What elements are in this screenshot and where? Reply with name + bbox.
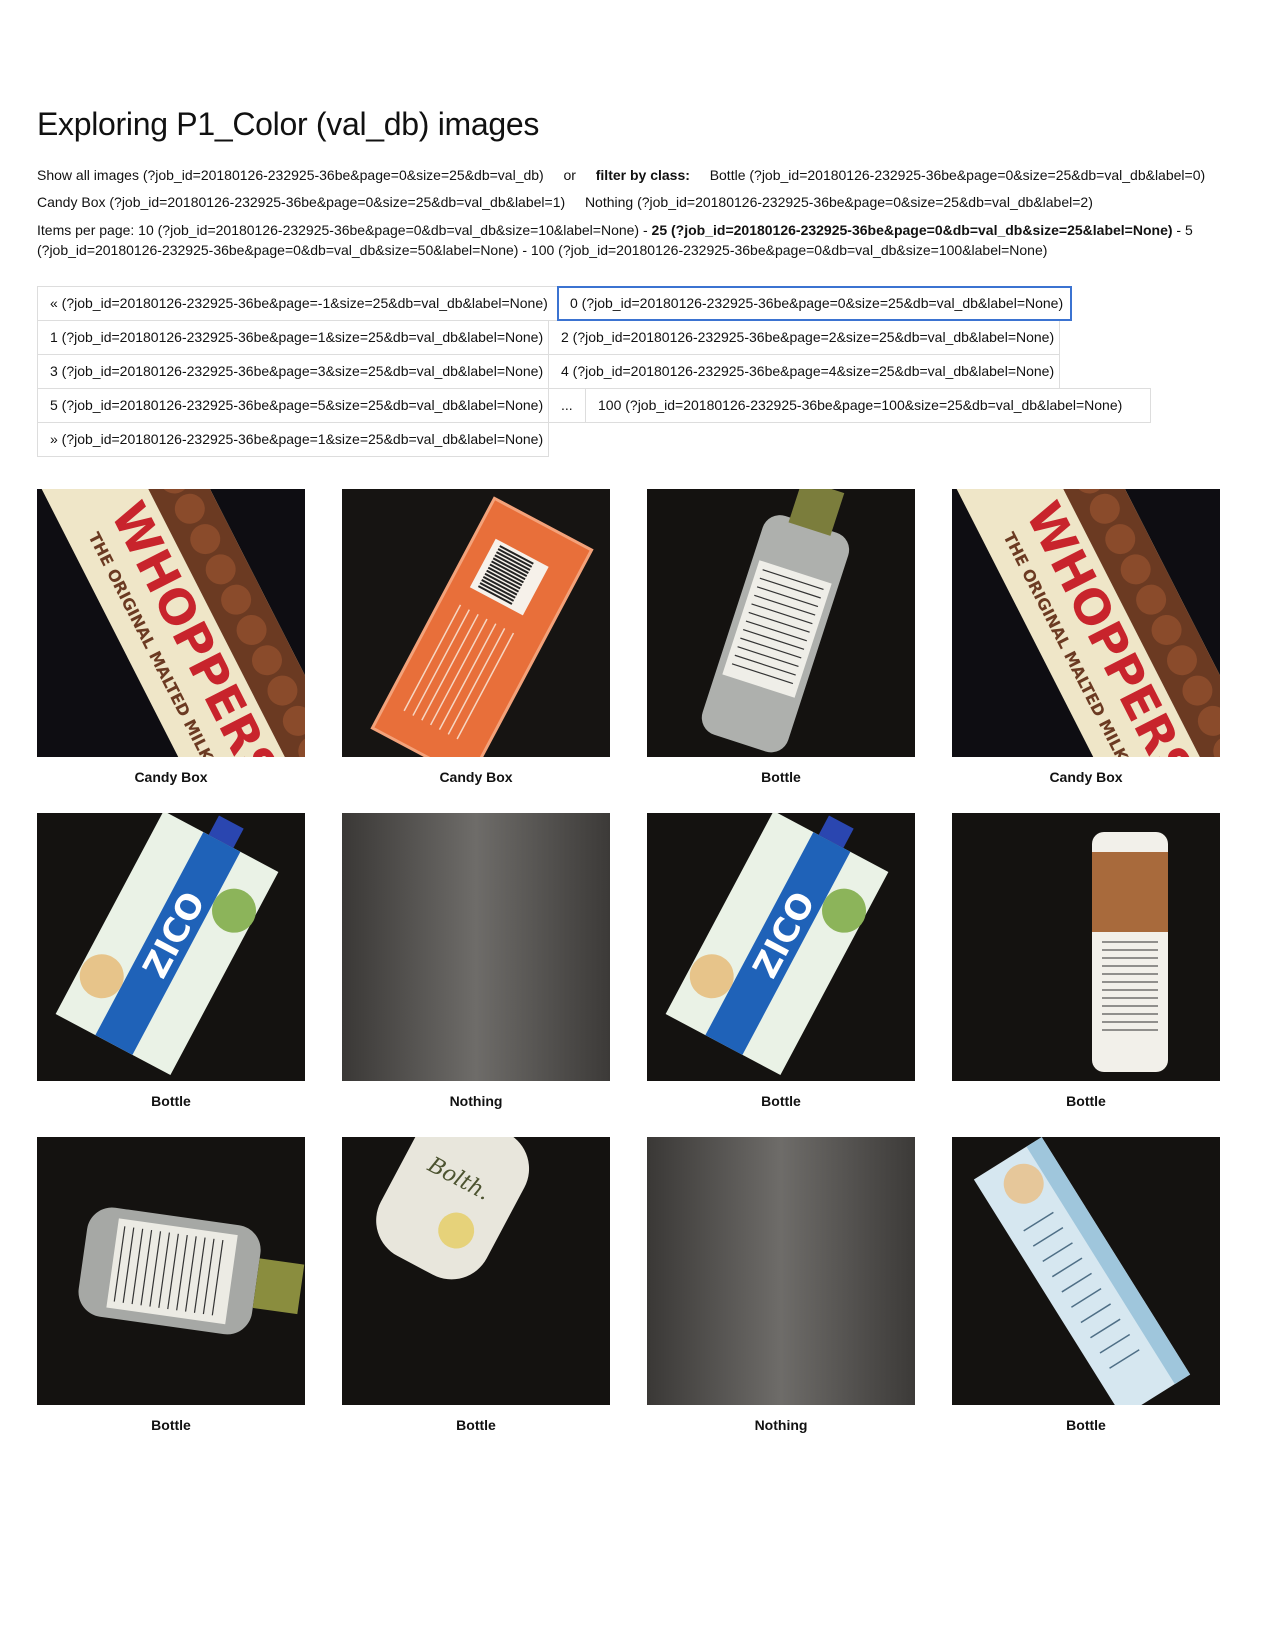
image-label: Nothing: [754, 1417, 808, 1433]
image-thumbnail[interactable]: [342, 489, 610, 757]
image-card[interactable]: WHOPPERS THE ORIGINAL MALTED MILK BALLS …: [952, 489, 1220, 785]
filter-candy-box-link[interactable]: Candy Box (?job_id=20180126-232925-36be&…: [37, 194, 565, 210]
page-4[interactable]: 4 (?job_id=20180126-232925-36be&page=4&s…: [548, 354, 1060, 389]
filter-nothing-link[interactable]: Nothing (?job_id=20180126-232925-36be&pa…: [585, 194, 1093, 210]
image-card[interactable]: Bottle: [952, 1137, 1220, 1433]
image-card[interactable]: Bottle: [647, 489, 915, 785]
image-card[interactable]: Candy Box: [342, 489, 610, 785]
page-3[interactable]: 3 (?job_id=20180126-232925-36be&page=3&s…: [37, 354, 549, 389]
page-2[interactable]: 2 (?job_id=20180126-232925-36be&page=2&s…: [548, 320, 1060, 355]
page-100[interactable]: 100 (?job_id=20180126-232925-36be&page=1…: [585, 388, 1151, 423]
or-text: or: [563, 167, 576, 183]
image-card[interactable]: Nothing: [647, 1137, 915, 1433]
page-prev[interactable]: « (?job_id=20180126-232925-36be&page=-1&…: [37, 286, 558, 321]
image-card[interactable]: ZICO Bottle: [647, 813, 915, 1109]
page-ellipsis: ...: [548, 388, 586, 423]
show-all-link[interactable]: Show all images (?job_id=20180126-232925…: [37, 167, 544, 183]
image-label: Bottle: [761, 1093, 801, 1109]
image-label: Candy Box: [1049, 769, 1123, 785]
image-thumbnail[interactable]: [647, 489, 915, 757]
size-100-link[interactable]: 100 (?job_id=20180126-232925-36be&page=0…: [531, 242, 1048, 258]
size-50-link-start[interactable]: 5: [1185, 222, 1193, 238]
image-card[interactable]: Bottle: [952, 813, 1220, 1109]
image-thumbnail[interactable]: [952, 1137, 1220, 1405]
image-card[interactable]: Nothing: [342, 813, 610, 1109]
image-card[interactable]: ZICO Bottle: [37, 813, 305, 1109]
image-thumbnail[interactable]: WHOPPERS THE ORIGINAL MALTED MILK BALLS: [952, 489, 1220, 757]
size-10-link[interactable]: 10 (?job_id=20180126-232925-36be&page=0&…: [138, 222, 639, 238]
items-per-page-label: Items per page:: [37, 222, 135, 238]
filter-bottle-link[interactable]: Bottle (?job_id=20180126-232925-36be&pag…: [710, 167, 1205, 183]
image-label: Bottle: [151, 1417, 191, 1433]
filter-label: filter by class:: [595, 167, 690, 183]
filter-line-1: Show all images (?job_id=20180126-232925…: [37, 167, 1205, 183]
image-label: Candy Box: [439, 769, 513, 785]
page-5[interactable]: 5 (?job_id=20180126-232925-36be&page=5&s…: [37, 388, 549, 423]
image-label: Bottle: [151, 1093, 191, 1109]
image-card[interactable]: Bottle: [37, 1137, 305, 1433]
image-thumbnail[interactable]: [37, 1137, 305, 1405]
page-next[interactable]: » (?job_id=20180126-232925-36be&page=1&s…: [37, 422, 549, 457]
items-per-page-line-2: (?job_id=20180126-232925-36be&page=0&db=…: [37, 242, 1048, 258]
size-50-link[interactable]: (?job_id=20180126-232925-36be&page=0&db=…: [37, 242, 518, 258]
size-25-link[interactable]: 25 (?job_id=20180126-232925-36be&page=0&…: [652, 222, 1173, 238]
image-thumbnail[interactable]: [952, 813, 1220, 1081]
pagination: « (?job_id=20180126-232925-36be&page=-1&…: [37, 286, 1237, 457]
image-card[interactable]: WHOPPERS THE ORIGINAL MALTED MILK BALLS …: [37, 489, 305, 785]
image-label: Nothing: [449, 1093, 503, 1109]
image-label: Bottle: [761, 769, 801, 785]
items-per-page-line-1: Items per page: 10 (?job_id=20180126-232…: [37, 222, 1193, 238]
page-1[interactable]: 1 (?job_id=20180126-232925-36be&page=1&s…: [37, 320, 549, 355]
image-label: Candy Box: [134, 769, 208, 785]
page-0[interactable]: 0 (?job_id=20180126-232925-36be&page=0&s…: [557, 286, 1072, 321]
filter-line-2: Candy Box (?job_id=20180126-232925-36be&…: [37, 194, 1093, 210]
image-thumbnail[interactable]: Bolth.: [342, 1137, 610, 1405]
image-label: Bottle: [456, 1417, 496, 1433]
image-label: Bottle: [1066, 1093, 1106, 1109]
image-thumbnail[interactable]: [647, 1137, 915, 1405]
image-thumbnail[interactable]: ZICO: [647, 813, 915, 1081]
image-label: Bottle: [1066, 1417, 1106, 1433]
image-thumbnail[interactable]: WHOPPERS THE ORIGINAL MALTED MILK BALLS: [37, 489, 305, 757]
image-thumbnail[interactable]: ZICO: [37, 813, 305, 1081]
image-card[interactable]: Bolth. Bottle: [342, 1137, 610, 1433]
page-title: Exploring P1_Color (val_db) images: [37, 106, 540, 142]
image-thumbnail[interactable]: [342, 813, 610, 1081]
